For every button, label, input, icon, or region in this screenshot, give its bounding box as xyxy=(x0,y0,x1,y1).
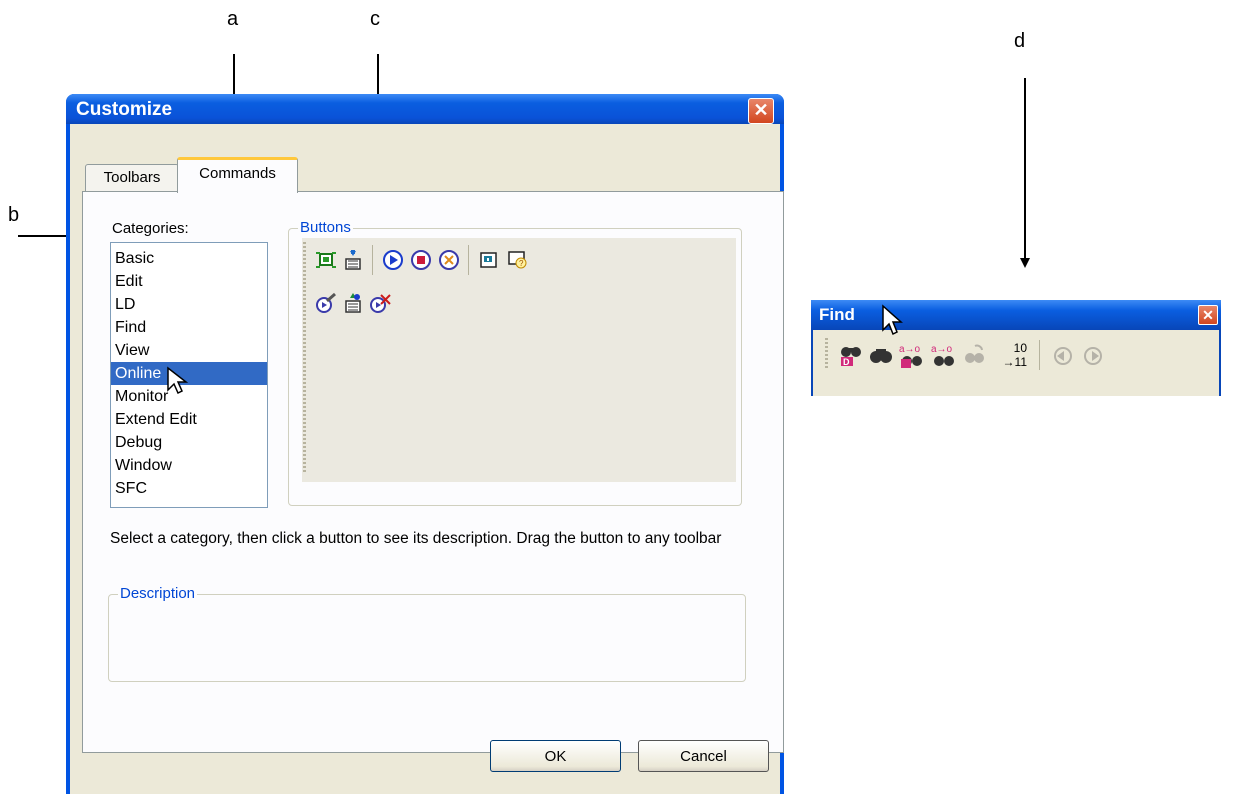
plc-info-icon[interactable] xyxy=(478,249,500,271)
tab-label: Commands xyxy=(199,165,276,182)
close-icon: ✕ xyxy=(753,100,769,120)
write-icon[interactable] xyxy=(315,292,337,314)
description-group xyxy=(108,594,746,682)
renumber-bottom: →11 xyxy=(1002,355,1027,369)
category-item-extend-edit[interactable]: Extend Edit xyxy=(111,408,267,431)
clear-icon[interactable] xyxy=(369,292,391,314)
ok-button-label: OK xyxy=(544,748,567,765)
category-item-find[interactable]: Find xyxy=(111,316,267,339)
find-toolbar-titlebar[interactable]: Find ✕ xyxy=(811,300,1221,330)
find-toolbar-bottom xyxy=(811,396,1221,400)
dialog-titlebar[interactable]: Customize ✕ xyxy=(66,94,784,124)
cancel-button[interactable]: Cancel xyxy=(638,740,769,772)
find-toolbar-body: D a→o a→o 10 →11 xyxy=(811,330,1221,396)
previous-icon[interactable] xyxy=(1051,344,1073,366)
dialog-title: Customize xyxy=(76,99,173,120)
download-icon[interactable] xyxy=(342,249,364,271)
next-icon[interactable] xyxy=(1081,344,1103,366)
svg-text:a→o: a→o xyxy=(899,344,921,355)
callout-d: d xyxy=(1014,30,1026,52)
callout-c-line xyxy=(377,54,379,94)
tab-commands[interactable]: Commands xyxy=(177,157,298,193)
upload-icon[interactable] xyxy=(342,292,364,314)
find-toolbar: Find ✕ D a→o a→o 10 →11 xyxy=(811,300,1221,400)
buttons-grip xyxy=(303,242,306,474)
find-device-icon[interactable]: D xyxy=(839,343,861,367)
buttons-group-label: Buttons xyxy=(298,219,353,236)
connect-icon[interactable] xyxy=(315,249,337,271)
renumber-icon[interactable]: 10 →11 xyxy=(997,341,1027,371)
ok-button[interactable]: OK xyxy=(490,740,621,772)
tab-toolbars[interactable]: Toolbars xyxy=(85,164,179,192)
callout-a: a xyxy=(227,8,239,30)
svg-text:D: D xyxy=(843,357,850,367)
categories-label: Categories: xyxy=(112,220,189,237)
help-text: Select a category, then click a button t… xyxy=(110,530,722,547)
callout-d-line xyxy=(1024,78,1026,258)
toolbar-separator xyxy=(468,245,469,275)
description-group-label: Description xyxy=(118,585,198,602)
find-toolbar-grip xyxy=(825,338,828,368)
cancel-button-label: Cancel xyxy=(680,748,727,765)
toolbar-separator xyxy=(372,245,373,275)
pause-icon[interactable] xyxy=(438,249,460,271)
category-item-view[interactable]: View xyxy=(111,339,267,362)
category-item-sfc[interactable]: SFC xyxy=(111,477,267,500)
find-toolbar-separator xyxy=(1039,340,1040,370)
find-toolbar-title: Find xyxy=(819,305,855,324)
replace-device-icon[interactable]: a→o xyxy=(899,343,922,368)
svg-text:a→o: a→o xyxy=(931,344,953,355)
mouse-cursor-icon xyxy=(881,304,905,343)
buttons-area xyxy=(302,238,736,482)
run-icon[interactable] xyxy=(382,249,404,271)
callout-a-line xyxy=(233,54,235,94)
category-item-window[interactable]: Window xyxy=(111,454,267,477)
dialog-client: Toolbars Commands Categories: Basic Edit… xyxy=(70,124,784,794)
callout-b: b xyxy=(8,204,20,226)
tab-label: Toolbars xyxy=(103,169,161,186)
close-icon: ✕ xyxy=(1202,307,1214,323)
find-replace-icon[interactable] xyxy=(963,343,985,365)
category-item-debug[interactable]: Debug xyxy=(111,431,267,454)
find-toolbar-close-button[interactable]: ✕ xyxy=(1198,305,1218,325)
category-item-basic[interactable]: Basic xyxy=(111,247,267,270)
renumber-top: 10 xyxy=(1013,341,1027,355)
callout-b-line xyxy=(18,235,66,237)
mouse-cursor-icon xyxy=(166,366,190,401)
stop-icon[interactable] xyxy=(410,249,432,271)
replace-icon[interactable]: a→o xyxy=(931,343,954,366)
customize-dialog: Customize ✕ Toolbars Commands Categories… xyxy=(66,94,784,794)
callout-c: c xyxy=(370,8,380,30)
plc-error-icon[interactable]: ? xyxy=(506,249,528,271)
category-item-edit[interactable]: Edit xyxy=(111,270,267,293)
svg-text:?: ? xyxy=(519,259,524,268)
callout-d-arrowhead xyxy=(1020,258,1030,268)
find-icon[interactable] xyxy=(869,343,892,365)
close-button[interactable]: ✕ xyxy=(748,98,774,124)
category-item-ld[interactable]: LD xyxy=(111,293,267,316)
